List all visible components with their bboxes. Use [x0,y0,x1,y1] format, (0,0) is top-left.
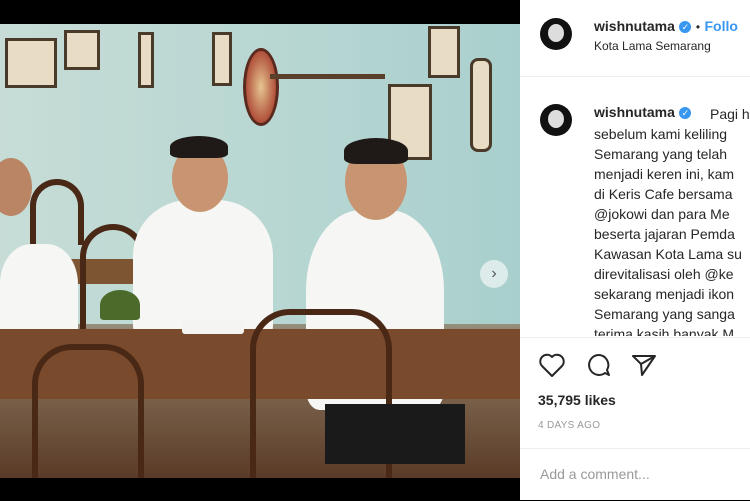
chevron-right-icon: › [491,265,497,282]
wall-picture [428,26,460,78]
post-side-panel: wishnutama ✓ • Follo Kota Lama Semarang … [520,0,750,500]
wall-picture [64,30,100,70]
comment-box [520,448,750,501]
wall-plate [243,48,279,126]
chair [30,179,84,245]
wall-picture [470,58,492,152]
person-middle-hair [170,136,228,158]
post-photo[interactable]: › [0,24,520,478]
heart-icon[interactable] [538,352,566,378]
caption-text: Pagi h sebelum kami keliling Semarang ya… [594,106,750,336]
person-right-trousers [325,404,465,464]
header-separator: • [695,20,701,34]
post-actions: 35,795 likes 4 DAYS AGO [520,337,750,438]
likes-count[interactable]: 35,795 likes [538,392,616,408]
chair [32,344,144,478]
caption-avatar[interactable] [540,104,572,136]
wall-picture [212,32,232,86]
header-user-line: wishnutama ✓ • Follo [594,18,738,36]
share-icon[interactable] [630,352,658,378]
comment-input[interactable] [538,465,742,483]
location-link[interactable]: Kota Lama Semarang [594,39,711,53]
wall-picture [5,38,57,88]
post-timestamp[interactable]: 4 DAYS AGO [538,420,600,431]
comment-icon[interactable] [584,352,612,378]
plate-on-table [182,320,244,334]
person-right-hair [344,138,408,164]
carousel-next-button[interactable]: › [480,260,508,288]
avatar[interactable] [540,18,572,50]
verified-badge-icon: ✓ [679,20,692,33]
wall-shelf [270,74,385,79]
header-username[interactable]: wishnutama [594,18,675,34]
person-middle [133,200,273,340]
follow-button[interactable]: Follo [704,18,737,34]
table-plant [100,290,140,320]
wall-picture [138,32,154,88]
post-header: wishnutama ✓ • Follo Kota Lama Semarang [520,0,750,77]
